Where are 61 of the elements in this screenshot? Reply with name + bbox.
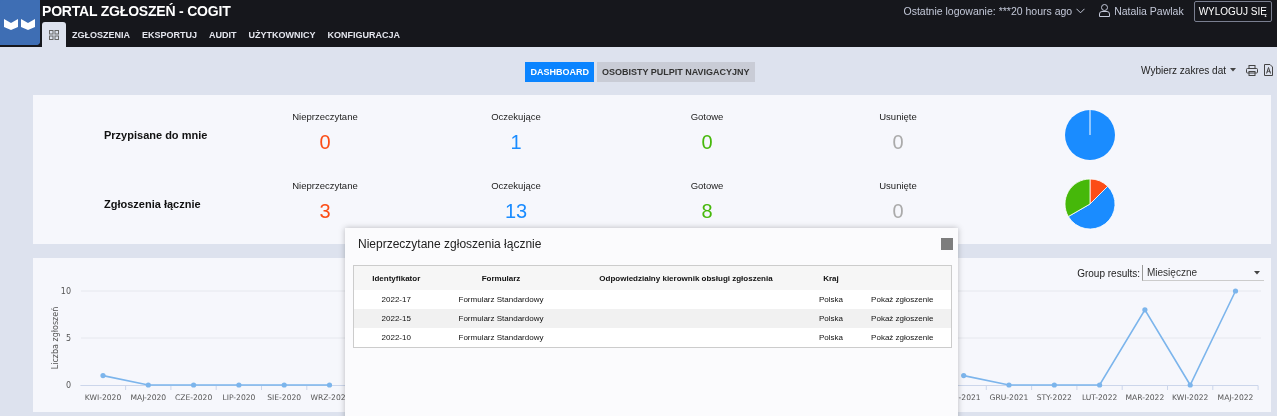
y-axis-title: Liczba zgłoszeń (51, 306, 60, 370)
app-title: PORTAL ZGŁOSZEŃ - COGIT (42, 2, 232, 21)
stat-label: Usunięte (879, 179, 917, 193)
stat-value: 0 (701, 130, 713, 154)
y-tick-label: 10 (60, 287, 71, 296)
user-icon (1099, 4, 1111, 17)
stat-value: 0 (892, 199, 904, 223)
dashboard-tab[interactable] (42, 22, 66, 47)
grid-icon (49, 29, 59, 40)
stat-value: 3 (319, 199, 331, 223)
nav-tab[interactable]: UŻYTKOWNICY (242, 22, 322, 47)
group-results-label: Group results: (1077, 267, 1140, 279)
pdf-icon[interactable] (1264, 64, 1273, 76)
print-icon[interactable] (1246, 64, 1258, 76)
caret-icon (1230, 68, 1236, 72)
nav-tab[interactable]: KONFIGURACJA (321, 22, 407, 47)
chevron-down-icon[interactable] (1076, 7, 1086, 14)
modal-title: Nieprzeczytane zgłoszenia łącznie (358, 237, 542, 251)
logo-icon (0, 0, 40, 45)
table-cell: 2022-17 (353, 290, 439, 309)
column-header: Identyfikator (353, 265, 439, 290)
column-header: Kraj (808, 265, 854, 290)
stat-value: 8 (701, 199, 713, 223)
table-cell: Polska (808, 309, 854, 328)
stat-label: Gotowe (690, 110, 724, 124)
table-cell: 2022-10 (353, 328, 439, 348)
logout-button[interactable]: WYLOGUJ SIĘ (1193, 1, 1272, 22)
row-label: Przypisane do mnie (104, 128, 209, 142)
stat-label: Nieprzeczytane (292, 179, 358, 193)
table-cell: 2022-15 (353, 309, 439, 328)
table-cell: Polska (808, 328, 854, 348)
pie-chart-drawing (1063, 178, 1116, 230)
stat-label: Gotowe (690, 179, 724, 193)
table-cell: Formularz Standardowy (438, 290, 564, 309)
view-tab[interactable]: OSOBISTY PULPIT NAVIGACYJNY (596, 62, 755, 82)
date-range-dropdown[interactable]: Wybierz zakres dat (1141, 64, 1236, 76)
stat-label: Nieprzeczytane (292, 110, 358, 124)
stat-label: Oczekujące (491, 110, 541, 124)
stat-value: 0 (319, 130, 331, 154)
table-cell: Formularz Standardowy (438, 328, 564, 348)
stat-label: Usunięte (879, 110, 917, 124)
stat-value: 13 (504, 199, 528, 223)
pie-chart-drawing (1063, 109, 1116, 161)
view-tab[interactable]: DASHBOARD (525, 62, 594, 82)
group-results-select[interactable]: Miesięczne (1142, 265, 1264, 281)
nav-tab[interactable]: ZGŁOSZENIA (66, 22, 136, 47)
table-cell: Polska (808, 290, 854, 309)
y-tick-label: 5 (65, 334, 71, 343)
nav-tab[interactable]: AUDIT (203, 22, 243, 47)
user-name: Natalia Pawlak (1114, 4, 1184, 17)
nav-tab[interactable]: EKSPORTUJ (136, 22, 203, 47)
row-label: Zgłoszenia łącznie (104, 197, 202, 211)
y-tick-label: 0 (65, 381, 71, 390)
column-header: Formularz (438, 265, 564, 290)
column-header: Odpowiedzialny kierownik obsługi zgłoszenia (563, 265, 809, 290)
stat-value: 1 (510, 130, 522, 154)
stat-value: 0 (892, 130, 904, 154)
last-login-text: Ostatnie logowanie: ***20 hours ago (903, 4, 1073, 17)
caret-icon (1254, 270, 1260, 275)
stat-label: Oczekujące (491, 179, 541, 193)
table-cell: Formularz Standardowy (438, 309, 564, 328)
